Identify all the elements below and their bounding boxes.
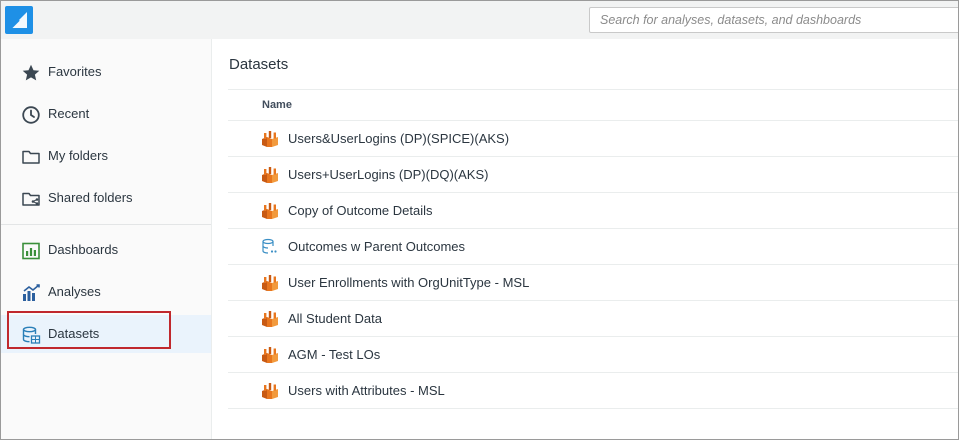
table-row[interactable]: Users&UserLogins (DP)(SPICE)(AKS) [228, 121, 958, 157]
spice-dataset-icon [261, 346, 279, 364]
spice-dataset-icon [261, 202, 279, 220]
dataset-name[interactable]: Users with Attributes - MSL [288, 383, 445, 398]
sidebar-item-datasets[interactable]: Datasets [1, 315, 211, 353]
spice-dataset-icon [261, 130, 279, 148]
sidebar: Favorites Recent My folders Shared folde… [1, 39, 212, 439]
sidebar-item-label: Dashboards [48, 242, 119, 257]
table-row[interactable]: Users with Attributes - MSL [228, 373, 958, 409]
dataset-name[interactable]: Users+UserLogins (DP)(DQ)(AKS) [288, 167, 488, 182]
sidebar-item-label: Datasets [48, 326, 100, 341]
table-header: Name [228, 89, 958, 121]
dataset-name[interactable]: Outcomes w Parent Outcomes [288, 239, 465, 254]
sidebar-item-label: Shared folders [48, 190, 133, 205]
sidebar-item-recent[interactable]: Recent [1, 95, 211, 133]
analyses-icon [21, 283, 41, 303]
spice-dataset-icon [261, 310, 279, 328]
sidebar-item-label: Favorites [48, 64, 102, 79]
sidebar-item-dashboards[interactable]: Dashboards [1, 231, 211, 269]
sidebar-item-favorites[interactable]: Favorites [1, 53, 211, 91]
table-row[interactable]: Outcomes w Parent Outcomes [228, 229, 958, 265]
table-row[interactable]: Users+UserLogins (DP)(DQ)(AKS) [228, 157, 958, 193]
table-row[interactable]: AGM - Test LOs [228, 337, 958, 373]
sidebar-item-label: Analyses [48, 284, 101, 299]
sidebar-item-analyses[interactable]: Analyses [1, 273, 211, 311]
main-content: Datasets Name Users&UserLogins (DP)(SPIC… [212, 39, 958, 439]
folder-icon [21, 147, 41, 167]
sidebar-item-my-folders[interactable]: My folders [1, 137, 211, 175]
spice-dataset-icon [261, 382, 279, 400]
page-title: Datasets [229, 56, 289, 73]
table-row[interactable]: All Student Data [228, 301, 958, 337]
table-row[interactable]: Copy of Outcome Details [228, 193, 958, 229]
shared-folder-icon [21, 189, 41, 209]
clock-icon [21, 105, 41, 125]
datasets-table: Name Users&UserLogins (DP)(SPICE)(AKS) U… [228, 89, 958, 409]
column-header-name[interactable]: Name [262, 99, 292, 111]
quicksight-logo-icon[interactable] [5, 6, 33, 34]
table-row[interactable]: User Enrollments with OrgUnitType - MSL [228, 265, 958, 301]
sidebar-item-label: Recent [48, 106, 90, 121]
sidebar-item-label: My folders [48, 148, 108, 163]
dataset-name[interactable]: User Enrollments with OrgUnitType - MSL [288, 275, 529, 290]
star-icon [21, 63, 41, 83]
dashboard-icon [21, 241, 41, 261]
dataset-name[interactable]: All Student Data [288, 311, 382, 326]
search-input[interactable] [589, 7, 958, 33]
datasets-icon [21, 325, 41, 345]
top-bar [1, 1, 958, 39]
sidebar-divider [1, 224, 211, 225]
dataset-name[interactable]: AGM - Test LOs [288, 347, 380, 362]
dataset-name[interactable]: Users&UserLogins (DP)(SPICE)(AKS) [288, 131, 509, 146]
direct-query-dataset-icon [261, 238, 279, 256]
app-window: Favorites Recent My folders [0, 0, 959, 440]
dataset-name[interactable]: Copy of Outcome Details [288, 203, 433, 218]
spice-dataset-icon [261, 274, 279, 292]
spice-dataset-icon [261, 166, 279, 184]
sidebar-item-shared-folders[interactable]: Shared folders [1, 179, 211, 217]
